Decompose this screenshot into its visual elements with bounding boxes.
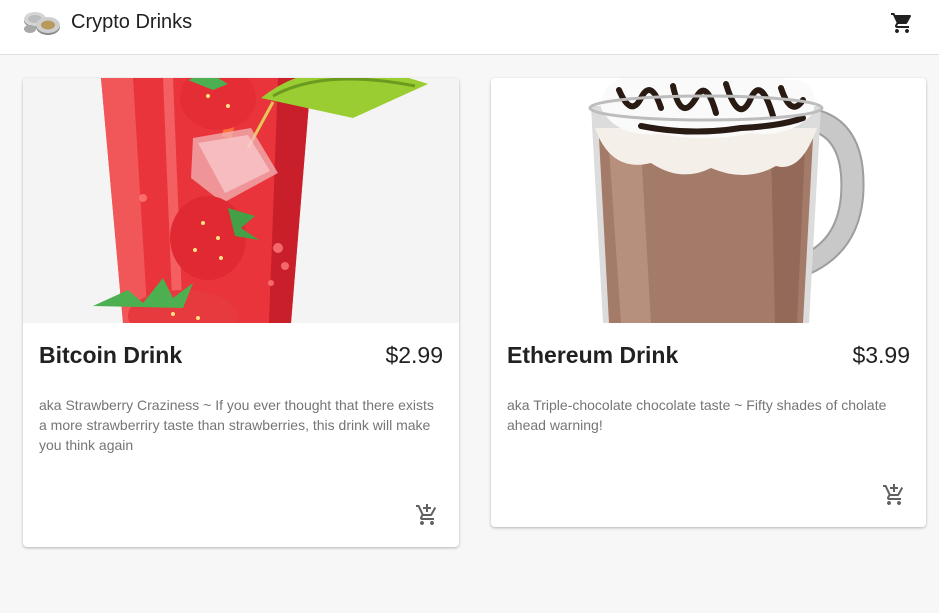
product-price: $2.99	[385, 342, 443, 368]
app-title: Crypto Drinks	[71, 11, 193, 33]
product-card: Bitcoin Drink $2.99 aka Strawberry Crazi…	[23, 78, 459, 547]
add-shopping-cart-icon[interactable]	[880, 481, 908, 509]
hot-chocolate-image	[491, 78, 926, 323]
product-description: aka Strawberry Craziness ~ If you ever t…	[39, 397, 434, 453]
product-title: Bitcoin Drink	[39, 342, 183, 368]
product-description: aka Triple-chocolate chocolate taste ~ F…	[507, 397, 887, 433]
shopping-cart-icon[interactable]	[888, 9, 916, 37]
app-bar: Crypto Drinks	[0, 0, 939, 55]
strawberry-drink-image	[23, 78, 459, 323]
coins-icon	[22, 9, 62, 37]
product-price: $3.99	[852, 342, 910, 368]
product-card: Ethereum Drink $3.99 aka Triple-chocolat…	[491, 78, 926, 527]
add-shopping-cart-icon[interactable]	[413, 501, 441, 529]
product-title: Ethereum Drink	[507, 342, 679, 368]
